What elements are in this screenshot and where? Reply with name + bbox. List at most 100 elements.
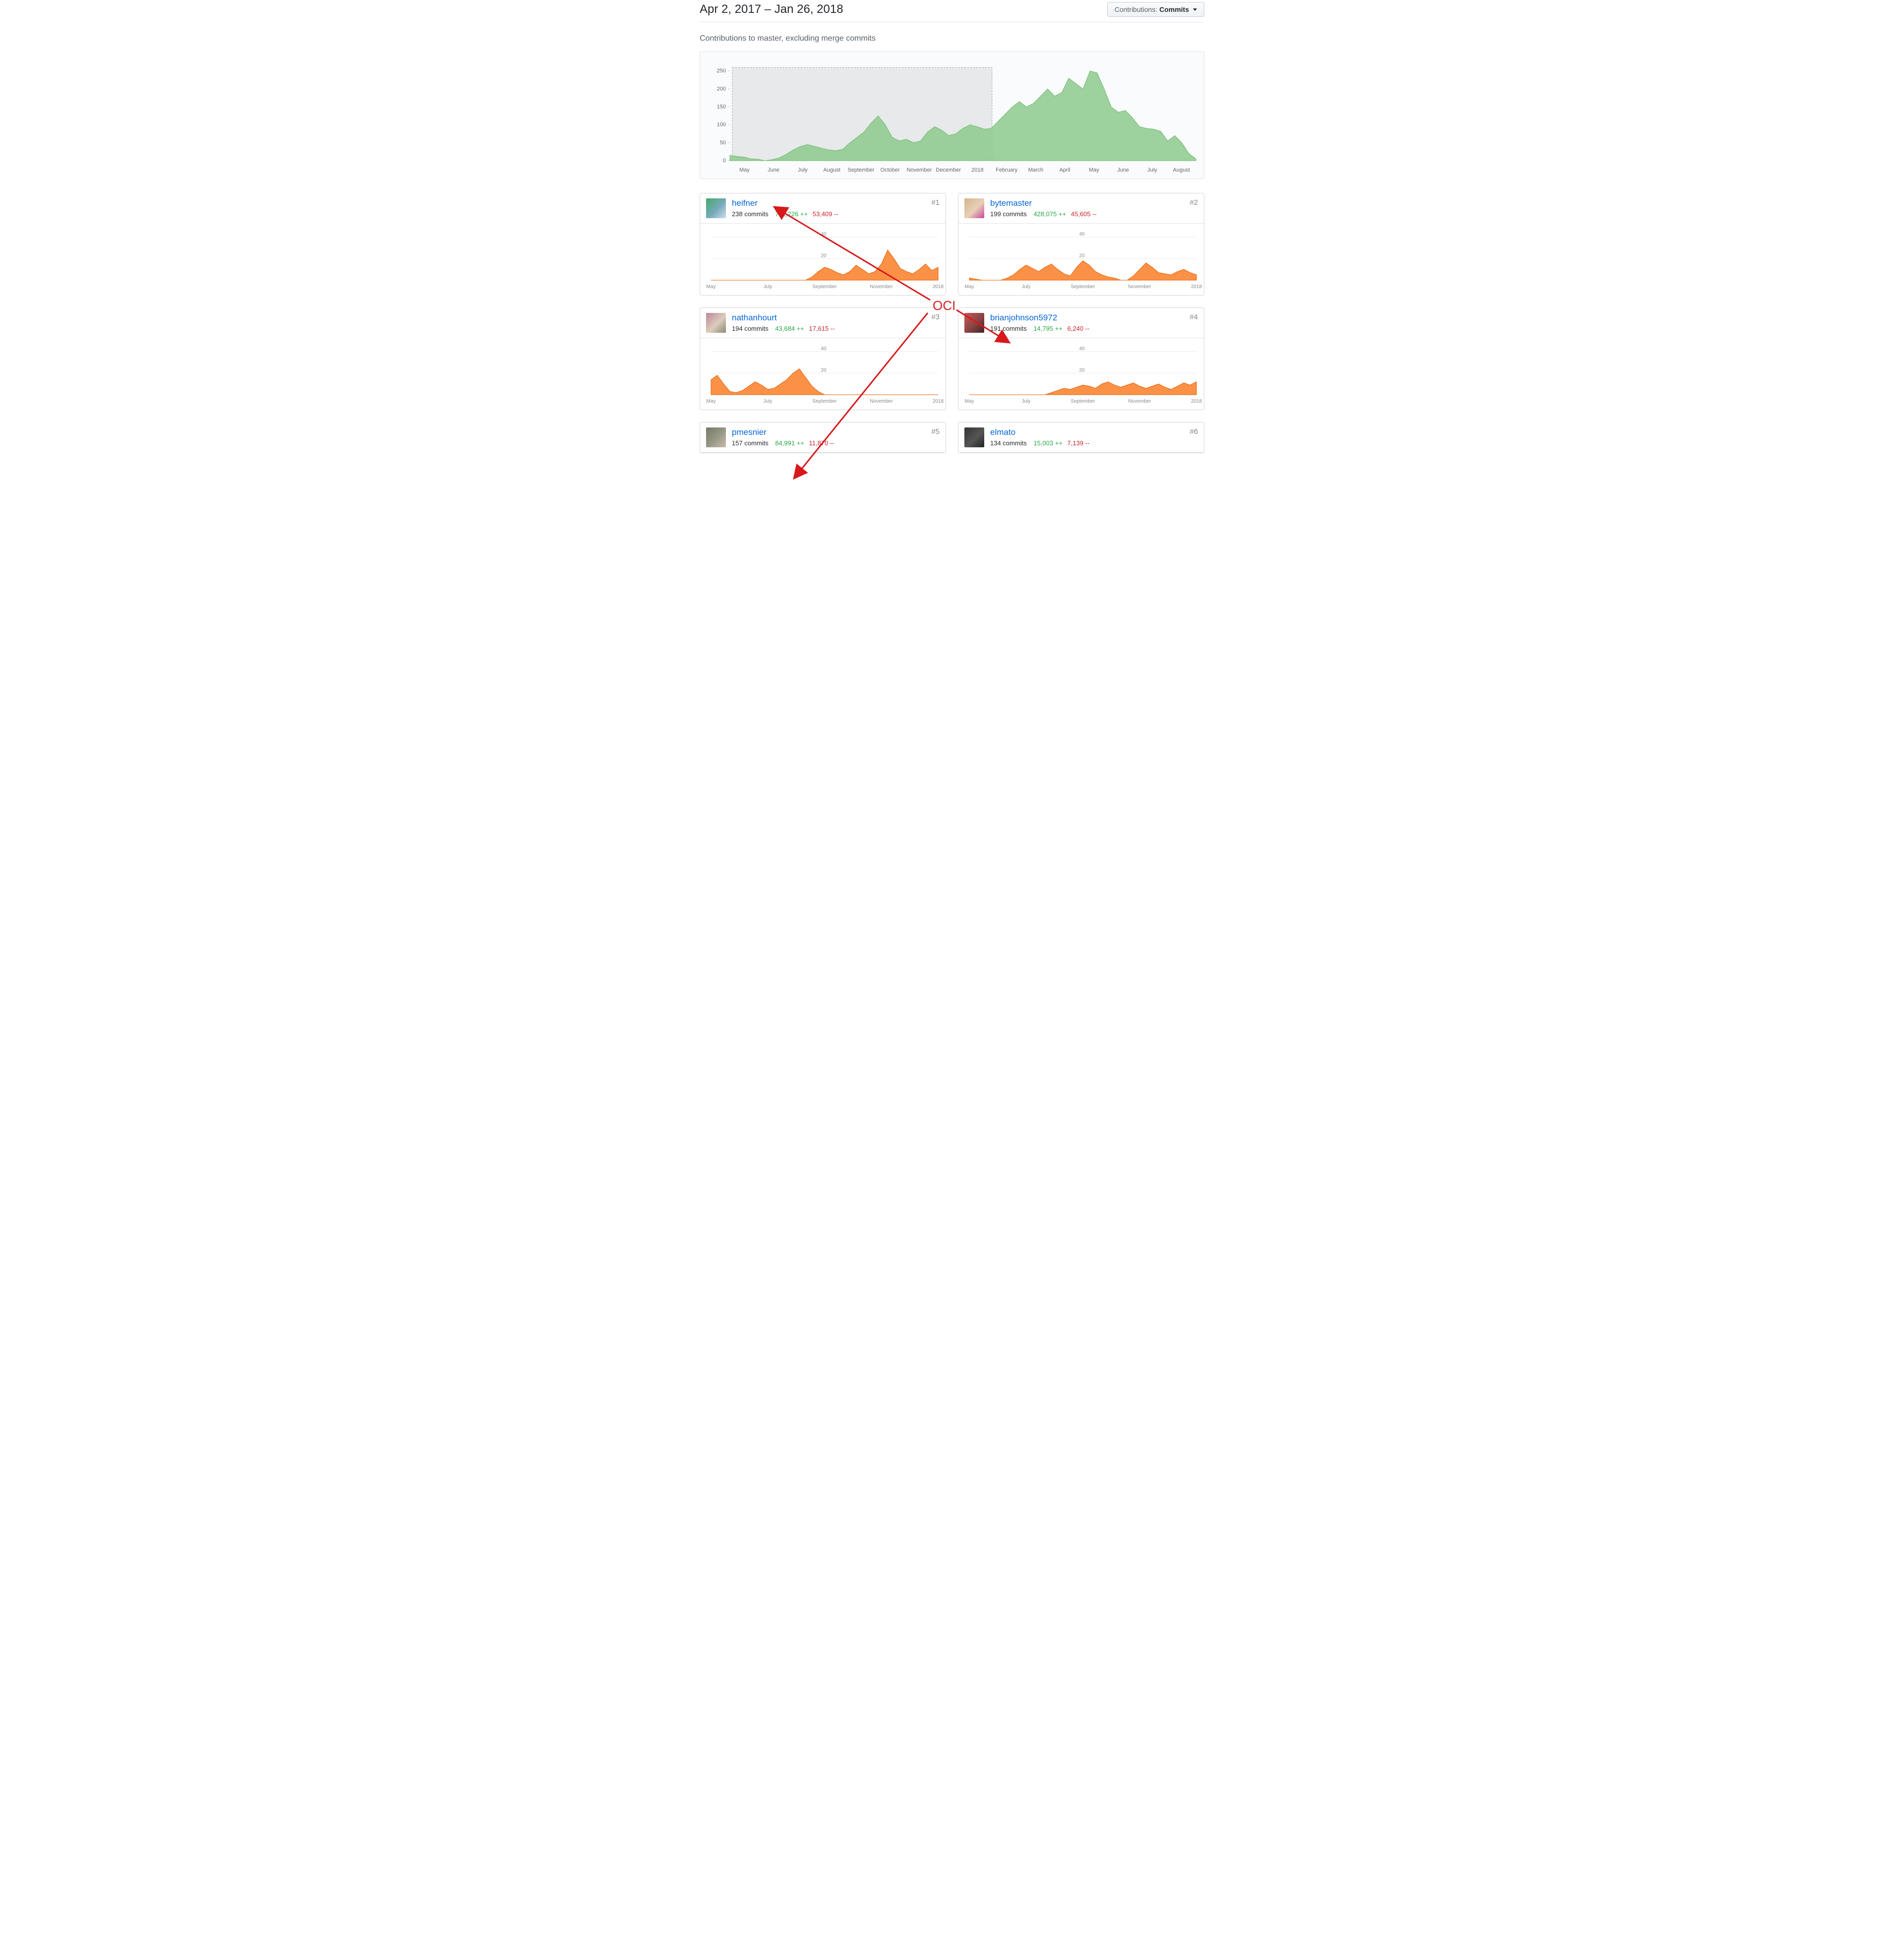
svg-text:150: 150 xyxy=(717,104,726,110)
avatar[interactable] xyxy=(706,198,726,218)
svg-text:2018: 2018 xyxy=(1191,284,1202,290)
svg-text:April: April xyxy=(1060,167,1071,173)
deletions-count: 53,409 -- xyxy=(813,210,838,218)
card-header: heifner 238 commits 771,226 ++ 53,409 --… xyxy=(700,193,946,224)
svg-text:200: 200 xyxy=(717,86,726,92)
avatar[interactable] xyxy=(964,427,984,447)
svg-text:40: 40 xyxy=(1079,232,1085,237)
svg-text:June: June xyxy=(1117,167,1129,173)
svg-text:November: November xyxy=(907,167,932,173)
username-link[interactable]: heifner xyxy=(732,198,758,208)
rank-badge: #4 xyxy=(1190,313,1198,321)
chevron-down-icon xyxy=(1193,8,1197,11)
svg-text:May: May xyxy=(707,399,716,404)
svg-text:July: July xyxy=(764,284,773,290)
username-link[interactable]: brianjohnson5972 xyxy=(990,313,1057,323)
svg-text:February: February xyxy=(996,167,1018,173)
commits-count: 238 commits xyxy=(732,210,769,218)
svg-text:September: September xyxy=(813,399,837,404)
svg-text:August: August xyxy=(824,167,840,173)
svg-text:2018: 2018 xyxy=(933,284,944,290)
commits-count: 194 commits xyxy=(732,325,769,332)
contributor-card: pmesnier 157 commits 84,991 ++ 11,870 --… xyxy=(700,422,946,453)
svg-text:September: September xyxy=(847,167,874,173)
commit-stats: 199 commits 428,075 ++ 45,605 -- xyxy=(990,210,1184,218)
svg-text:2018: 2018 xyxy=(971,167,983,173)
svg-text:June: June xyxy=(768,167,779,173)
commits-count: 134 commits xyxy=(990,439,1027,447)
svg-text:20: 20 xyxy=(1079,253,1085,258)
svg-text:40: 40 xyxy=(1079,346,1085,352)
svg-text:November: November xyxy=(870,399,893,404)
svg-text:100: 100 xyxy=(717,122,726,128)
avatar[interactable] xyxy=(964,198,984,218)
avatar[interactable] xyxy=(964,313,984,333)
contributor-card: brianjohnson5972 191 commits 14,795 ++ 6… xyxy=(958,307,1204,410)
svg-text:May: May xyxy=(965,284,974,290)
svg-text:September: September xyxy=(1071,284,1096,290)
deletions-count: 7,139 -- xyxy=(1068,439,1090,447)
svg-text:May: May xyxy=(739,167,750,173)
commit-stats: 191 commits 14,795 ++ 6,240 -- xyxy=(990,325,1184,332)
additions-count: 14,795 ++ xyxy=(1033,325,1063,332)
svg-text:May: May xyxy=(965,399,974,404)
svg-text:July: July xyxy=(1147,167,1157,173)
username-link[interactable]: pmesnier xyxy=(732,427,767,437)
svg-text:0: 0 xyxy=(723,158,726,164)
svg-text:November: November xyxy=(1128,399,1151,404)
main-contributions-chart[interactable]: 050100150200250MayJuneJulyAugustSeptembe… xyxy=(700,51,1204,179)
additions-count: 43,684 ++ xyxy=(775,325,804,332)
svg-text:July: July xyxy=(764,399,773,404)
rank-badge: #2 xyxy=(1190,198,1198,207)
username-link[interactable]: nathanhourt xyxy=(732,313,777,323)
deletions-count: 11,870 -- xyxy=(809,439,834,447)
dropdown-prefix: Contributions: xyxy=(1115,5,1157,13)
svg-text:2018: 2018 xyxy=(933,399,944,404)
avatar[interactable] xyxy=(706,427,726,447)
rank-badge: #3 xyxy=(931,313,940,321)
additions-count: 428,075 ++ xyxy=(1033,210,1066,218)
contributor-card: elmato 134 commits 15,003 ++ 7,139 -- #6 xyxy=(958,422,1204,453)
rank-badge: #6 xyxy=(1190,427,1198,436)
commits-count: 157 commits xyxy=(732,439,769,447)
rank-badge: #1 xyxy=(931,198,940,207)
username-link[interactable]: bytemaster xyxy=(990,198,1032,208)
svg-text:October: October xyxy=(881,167,900,173)
contributor-card: bytemaster 199 commits 428,075 ++ 45,605… xyxy=(958,193,1204,296)
svg-text:August: August xyxy=(1173,167,1190,173)
svg-text:20: 20 xyxy=(821,367,827,373)
dropdown-value: Commits xyxy=(1159,5,1189,13)
header-row: Apr 2, 2017 – Jan 26, 2018 Contributions… xyxy=(700,0,1204,22)
contributions-subtitle: Contributions to master, excluding merge… xyxy=(700,34,1204,43)
additions-count: 771,226 ++ xyxy=(775,210,808,218)
commit-stats: 157 commits 84,991 ++ 11,870 -- xyxy=(732,439,925,447)
svg-text:40: 40 xyxy=(821,232,827,237)
svg-text:20: 20 xyxy=(1079,367,1085,373)
date-range-title: Apr 2, 2017 – Jan 26, 2018 xyxy=(700,2,843,16)
additions-count: 84,991 ++ xyxy=(775,439,804,447)
card-header: nathanhourt 194 commits 43,684 ++ 17,615… xyxy=(700,308,946,338)
card-header: bytemaster 199 commits 428,075 ++ 45,605… xyxy=(958,193,1204,224)
main-chart-svg: 050100150200250MayJuneJulyAugustSeptembe… xyxy=(705,57,1201,176)
contributors-grid: OCI heifner 238 commits 771,226 ++ 53,40… xyxy=(700,193,1204,453)
contributor-card: heifner 238 commits 771,226 ++ 53,409 --… xyxy=(700,193,946,296)
commit-stats: 134 commits 15,003 ++ 7,139 -- xyxy=(990,439,1184,447)
contributions-dropdown[interactable]: Contributions: Commits xyxy=(1107,2,1204,17)
rank-badge: #5 xyxy=(931,427,940,436)
svg-text:November: November xyxy=(1128,284,1151,290)
svg-text:March: March xyxy=(1028,167,1044,173)
mini-chart: 20 40 May July September November 2018 xyxy=(958,224,1204,295)
card-header: elmato 134 commits 15,003 ++ 7,139 -- #6 xyxy=(958,423,1204,453)
mini-chart: 2040MayJulySeptemberNovember2018 xyxy=(958,338,1204,410)
svg-text:40: 40 xyxy=(821,346,827,352)
svg-text:July: July xyxy=(1022,284,1031,290)
mini-chart: 20 40 May July September November 2018 xyxy=(700,338,946,410)
svg-text:December: December xyxy=(936,167,961,173)
avatar[interactable] xyxy=(706,313,726,333)
deletions-count: 6,240 -- xyxy=(1068,325,1090,332)
svg-text:20: 20 xyxy=(821,253,827,258)
contributor-card: nathanhourt 194 commits 43,684 ++ 17,615… xyxy=(700,307,946,410)
username-link[interactable]: elmato xyxy=(990,427,1015,437)
svg-text:May: May xyxy=(1089,167,1099,173)
mini-chart: 2040MayJulySeptemberNovember2018 xyxy=(700,224,946,295)
